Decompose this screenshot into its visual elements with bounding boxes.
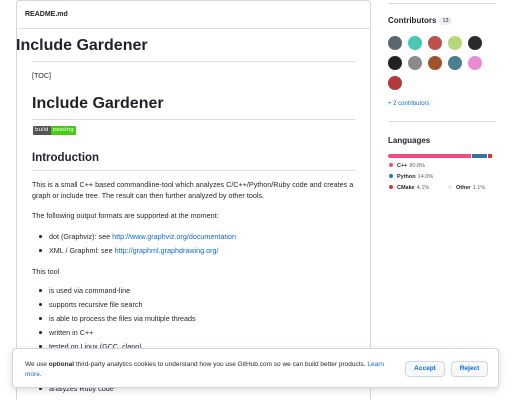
- more-contributors-link[interactable]: + 2 contributors: [388, 101, 430, 107]
- reject-button[interactable]: Reject: [451, 361, 488, 377]
- title-divider: [32, 61, 355, 62]
- cookie-consent-banner: We use optional third-party analytics co…: [12, 348, 499, 388]
- cookie-message: We use optional third-party analytics co…: [25, 360, 385, 379]
- language-dot: [389, 174, 393, 178]
- contributor-avatar[interactable]: [468, 36, 482, 50]
- language-dot: [389, 185, 393, 189]
- cookie-text-part: third-party analytics cookies to underst…: [74, 361, 368, 368]
- language-item[interactable]: Other 1.1%: [448, 185, 485, 191]
- contributor-avatar[interactable]: [428, 36, 442, 50]
- list-item: is used via command-line: [38, 286, 131, 295]
- accept-button[interactable]: Accept: [405, 361, 445, 377]
- list-item: supports recursive file search: [38, 300, 143, 309]
- language-percent: 14.0%: [417, 174, 434, 180]
- language-bar-segment: [492, 154, 494, 158]
- contributor-avatar[interactable]: [468, 56, 482, 70]
- sidebar-divider: [388, 121, 496, 122]
- contributor-avatar[interactable]: [448, 56, 462, 70]
- contributor-avatar[interactable]: [448, 36, 462, 50]
- list-item: XML / Graphml: see http://graphml.graphd…: [39, 246, 219, 255]
- language-item[interactable]: CMake 4.1%: [389, 185, 429, 191]
- contributors-heading[interactable]: Contributors 13: [388, 16, 452, 25]
- sidebar-divider-top: [388, 3, 496, 4]
- graphviz-link[interactable]: http://www.graphviz.org/documentation: [112, 232, 236, 241]
- contributors-count: 13: [439, 17, 452, 25]
- tool-paragraph: This tool: [32, 267, 60, 276]
- language-name: Python: [397, 174, 416, 180]
- format-prefix: XML / Graphml: see: [49, 246, 115, 255]
- language-bar-segment: [388, 154, 472, 158]
- list-item: written in C++: [38, 328, 94, 337]
- badge-label: build: [33, 126, 51, 135]
- language-bar-segment: [487, 154, 492, 158]
- language-percent: 1.1%: [472, 185, 486, 191]
- language-dot: [448, 185, 452, 189]
- intro-heading: Introduction: [32, 152, 100, 164]
- contributors-title: Contributors: [388, 16, 437, 25]
- format-prefix: dot (Graphviz): see: [49, 232, 113, 241]
- language-item[interactable]: C++ 80.8%: [389, 163, 425, 169]
- formats-paragraph: The following output formats are support…: [32, 211, 219, 220]
- cookie-text-bold: optional: [48, 361, 75, 368]
- languages-bar: [388, 154, 495, 158]
- language-dot: [389, 163, 393, 167]
- language-name: C++: [397, 163, 408, 169]
- language-bar-segment: [472, 154, 487, 158]
- readme-title-secondary: Include Gardener: [32, 95, 164, 112]
- contributor-avatar[interactable]: [408, 36, 422, 50]
- intro-paragraph: This is a small C++ based commandline-to…: [32, 180, 354, 200]
- contributor-avatar[interactable]: [408, 56, 422, 70]
- toc-text: [TOC]: [32, 71, 52, 80]
- list-item: is able to process the files via multipl…: [39, 314, 196, 323]
- badge-status: passing: [50, 126, 76, 135]
- title-divider-secondary: [32, 119, 355, 120]
- list-item: dot (Graphviz): see http://www.graphviz.…: [39, 232, 236, 241]
- language-percent: 80.8%: [409, 163, 426, 169]
- build-status-badge[interactable]: build passing: [33, 126, 76, 135]
- language-name: CMake: [397, 185, 415, 191]
- contributor-avatar[interactable]: [388, 76, 402, 90]
- readme-header: README.md: [17, 1, 370, 29]
- contributor-avatar[interactable]: [428, 56, 442, 70]
- graphml-link[interactable]: http://graphml.graphdrawing.org/: [115, 246, 219, 255]
- cookie-text-part: We use: [25, 361, 49, 368]
- contributor-avatar[interactable]: [388, 36, 402, 50]
- readme-filename[interactable]: README.md: [25, 11, 68, 18]
- intro-divider: [32, 170, 355, 171]
- contributor-avatar[interactable]: [388, 56, 402, 70]
- language-name: Other: [456, 185, 471, 191]
- language-item[interactable]: Python 14.0%: [389, 174, 433, 180]
- readme-title: Include Gardener: [16, 37, 148, 54]
- language-percent: 4.1%: [416, 185, 430, 191]
- languages-heading: Languages: [388, 136, 431, 145]
